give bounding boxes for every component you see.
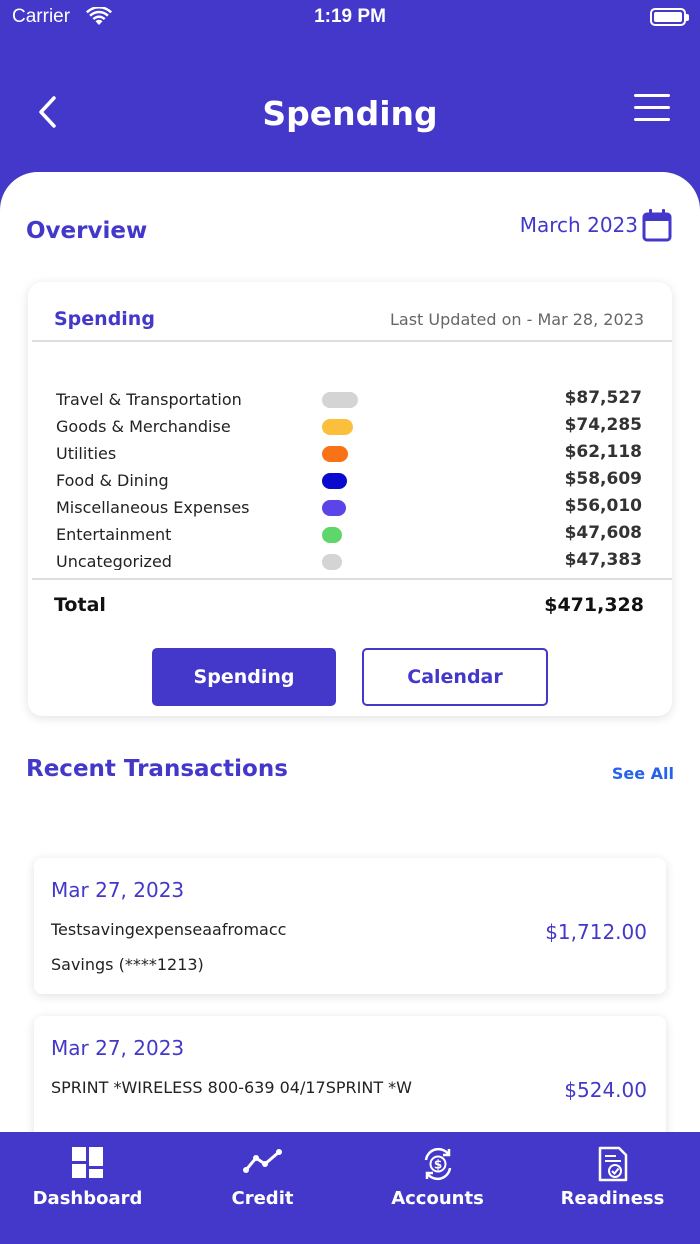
tab-readiness[interactable]: Readiness — [525, 1132, 700, 1244]
status-bar: Carrier 1:19 PM — [0, 0, 700, 36]
currency-exchange-icon: $ — [424, 1147, 451, 1181]
category-amount: $87,527 — [564, 388, 642, 408]
recent-transactions-title: Recent Transactions — [26, 756, 288, 782]
category-name: Food & Dining — [56, 471, 169, 490]
category-name: Utilities — [56, 444, 117, 463]
category-amount: $58,609 — [564, 469, 642, 489]
svg-text:$: $ — [433, 1158, 441, 1172]
spending-card-title: Spending — [54, 308, 155, 330]
category-color-dot — [322, 419, 353, 435]
tab-label: Readiness — [560, 1188, 665, 1209]
transaction-description: SPRINT *WIRELESS 800-639 04/17SPRINT *W — [51, 1078, 412, 1097]
app-header: Spending — [0, 60, 700, 170]
category-amount: $74,285 — [564, 415, 642, 435]
spending-card: Spending Last Updated on - Mar 28, 2023 … — [28, 282, 672, 716]
dashboard-icon — [71, 1147, 103, 1178]
month-label: March 2023 — [519, 213, 638, 237]
category-name: Travel & Transportation — [56, 390, 242, 409]
category-color-dot — [322, 392, 358, 408]
category-row: Travel & Transportation $87,527 — [28, 382, 672, 409]
transaction-card[interactable]: Mar 27, 2023 Testsavingexpenseaafromacc … — [34, 858, 666, 994]
transaction-amount: $1,712.00 — [545, 920, 647, 944]
document-check-icon — [598, 1146, 627, 1182]
tab-label: Dashboard — [32, 1188, 143, 1209]
tab-accounts[interactable]: $ Accounts — [350, 1132, 525, 1244]
category-amount: $47,383 — [564, 550, 642, 570]
category-row: Goods & Merchandise $74,285 — [28, 409, 672, 436]
transaction-account: Savings (****1213) — [51, 955, 204, 974]
transaction-amount: $524.00 — [564, 1078, 647, 1102]
month-picker[interactable]: March 2023 — [520, 208, 672, 242]
category-name: Uncategorized — [56, 552, 172, 570]
battery-icon — [650, 8, 689, 26]
calendar-icon — [642, 209, 672, 242]
category-color-dot — [322, 554, 342, 570]
divider — [32, 578, 672, 580]
transaction-description: Testsavingexpenseaafromacc — [51, 920, 287, 939]
last-updated: Last Updated on - Mar 28, 2023 — [390, 310, 644, 329]
transaction-date: Mar 27, 2023 — [51, 878, 185, 902]
divider — [32, 340, 672, 342]
category-name: Goods & Merchandise — [56, 417, 231, 436]
tab-label: Accounts — [391, 1188, 484, 1209]
transaction-date: Mar 27, 2023 — [51, 1036, 185, 1060]
category-amount: $56,010 — [564, 496, 642, 516]
category-row: Miscellaneous Expenses $56,010 — [28, 490, 672, 517]
hamburger-menu-icon — [634, 94, 670, 97]
clock: 1:19 PM — [314, 6, 386, 27]
page-title: Spending — [262, 94, 438, 133]
spending-view-button[interactable]: Spending — [152, 648, 336, 706]
transaction-card[interactable]: Mar 27, 2023 SPRINT *WIRELESS 800-639 04… — [34, 1016, 666, 1132]
menu-button[interactable] — [634, 94, 670, 126]
content-sheet: Overview March 2023 Spending Last Update… — [0, 172, 700, 1132]
category-row: Uncategorized $47,383 — [28, 544, 672, 570]
category-color-dot — [322, 500, 346, 516]
bottom-tab-bar: Dashboard Credit $ Accounts Readiness — [0, 1132, 700, 1244]
category-amount: $47,608 — [564, 523, 642, 543]
category-row: Food & Dining $58,609 — [28, 463, 672, 490]
see-all-link[interactable]: See All — [612, 764, 674, 783]
category-color-dot — [322, 473, 347, 489]
tab-credit[interactable]: Credit — [175, 1132, 350, 1244]
category-amount: $62,118 — [564, 442, 642, 462]
category-list[interactable]: Travel & Transportation $87,527 Goods & … — [28, 382, 672, 570]
category-color-dot — [322, 446, 348, 462]
category-row: Utilities $62,118 — [28, 436, 672, 463]
category-name: Miscellaneous Expenses — [56, 498, 250, 517]
calendar-view-button[interactable]: Calendar — [362, 648, 548, 706]
overview-title: Overview — [26, 218, 148, 244]
total-value: $471,328 — [544, 594, 644, 616]
tab-dashboard[interactable]: Dashboard — [0, 1132, 175, 1244]
category-row: Entertainment $47,608 — [28, 517, 672, 544]
category-color-dot — [322, 527, 342, 543]
trend-line-icon — [242, 1149, 282, 1173]
total-label: Total — [54, 594, 106, 616]
category-name: Entertainment — [56, 525, 172, 544]
tab-label: Credit — [231, 1188, 294, 1209]
